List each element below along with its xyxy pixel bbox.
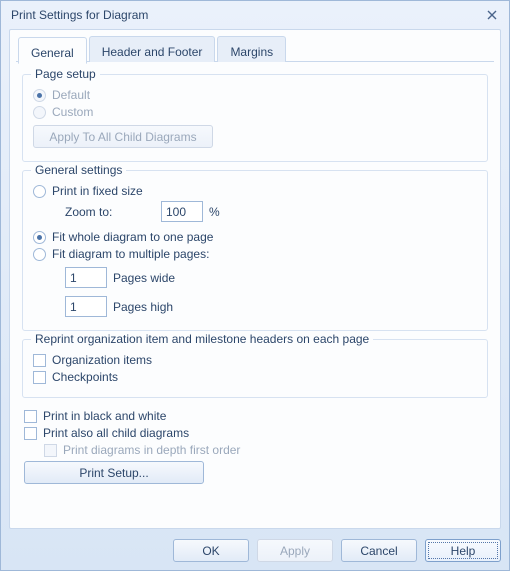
dialog-window: Print Settings for Diagram General Heade… <box>0 0 510 571</box>
checkbox-row-depth-first: Print diagrams in depth first order <box>44 443 488 457</box>
apply-button: Apply <box>257 539 333 562</box>
tab-label: Margins <box>230 45 273 59</box>
button-label: Apply <box>280 544 310 558</box>
tabpage-general: Page setup Default Custom Apply To All C… <box>18 68 492 522</box>
radio-fit-one-page[interactable] <box>33 231 46 244</box>
radio-default <box>33 89 46 102</box>
pages-wide-input[interactable] <box>65 267 107 288</box>
help-button[interactable]: Help <box>425 539 501 562</box>
tab-general[interactable]: General <box>18 37 87 64</box>
group-page-setup: Page setup Default Custom Apply To All C… <box>22 74 488 162</box>
misc-options: Print in black and white Print also all … <box>22 406 488 487</box>
button-label: Print Setup... <box>79 466 148 480</box>
group-general-settings: General settings Print in fixed size Zoo… <box>22 170 488 331</box>
checkbox-row-bw[interactable]: Print in black and white <box>24 409 488 423</box>
radio-row-fixed-size[interactable]: Print in fixed size <box>33 184 477 198</box>
content-area: General Header and Footer Margins Page s… <box>9 29 501 529</box>
checkbox-depth-first <box>44 444 57 457</box>
tab-bar: General Header and Footer Margins <box>16 36 494 62</box>
checkbox-label: Organization items <box>52 353 152 367</box>
tab-label: General <box>31 46 74 60</box>
button-label: Help <box>451 544 476 558</box>
checkbox-checkpoints[interactable] <box>33 371 46 384</box>
checkbox-row-all-children[interactable]: Print also all child diagrams <box>24 426 488 440</box>
radio-label: Default <box>52 88 90 102</box>
checkbox-org-items[interactable] <box>33 354 46 367</box>
zoom-row: Zoom to: % <box>65 201 477 222</box>
radio-label: Fit diagram to multiple pages: <box>52 247 209 261</box>
window-title: Print Settings for Diagram <box>11 8 148 22</box>
print-setup-button[interactable]: Print Setup... <box>24 461 204 484</box>
zoom-pct-label: % <box>209 205 220 219</box>
zoom-label: Zoom to: <box>65 205 155 219</box>
button-label: Cancel <box>360 544 397 558</box>
checkbox-all-child-diagrams[interactable] <box>24 427 37 440</box>
checkbox-label: Print also all child diagrams <box>43 426 189 440</box>
checkbox-label: Print in black and white <box>43 409 166 423</box>
radio-fit-multi-pages[interactable] <box>33 248 46 261</box>
dialog-button-bar: OK Apply Cancel Help <box>1 535 509 570</box>
radio-row-default: Default <box>33 88 477 102</box>
tab-header-footer[interactable]: Header and Footer <box>89 36 216 62</box>
radio-label: Custom <box>52 105 93 119</box>
group-legend: Reprint organization item and milestone … <box>31 332 373 346</box>
pages-high-label: Pages high <box>113 300 173 314</box>
radio-fixed-size[interactable] <box>33 185 46 198</box>
ok-button[interactable]: OK <box>173 539 249 562</box>
checkbox-label: Print diagrams in depth first order <box>63 443 240 457</box>
radio-row-fit-one[interactable]: Fit whole diagram to one page <box>33 230 477 244</box>
pages-wide-label: Pages wide <box>113 271 175 285</box>
apply-child-diagrams-button: Apply To All Child Diagrams <box>33 125 213 148</box>
button-label: OK <box>202 544 219 558</box>
tab-margins[interactable]: Margins <box>217 36 286 62</box>
pages-high-input[interactable] <box>65 296 107 317</box>
cancel-button[interactable]: Cancel <box>341 539 417 562</box>
checkbox-row-checkpoints[interactable]: Checkpoints <box>33 370 477 384</box>
zoom-input[interactable] <box>161 201 203 222</box>
group-legend: Page setup <box>31 68 100 81</box>
checkbox-black-white[interactable] <box>24 410 37 423</box>
radio-custom <box>33 106 46 119</box>
titlebar: Print Settings for Diagram <box>1 1 509 29</box>
group-reprint-headers: Reprint organization item and milestone … <box>22 339 488 398</box>
checkbox-label: Checkpoints <box>52 370 118 384</box>
radio-label: Fit whole diagram to one page <box>52 230 213 244</box>
multi-pages-inputs: Pages wide Pages high <box>65 264 477 320</box>
radio-label: Print in fixed size <box>52 184 143 198</box>
close-icon[interactable] <box>483 7 501 23</box>
group-legend: General settings <box>31 163 126 177</box>
radio-row-custom: Custom <box>33 105 477 119</box>
button-label: Apply To All Child Diagrams <box>49 130 196 144</box>
tab-label: Header and Footer <box>102 45 203 59</box>
radio-row-fit-multi[interactable]: Fit diagram to multiple pages: <box>33 247 477 261</box>
checkbox-row-org-items[interactable]: Organization items <box>33 353 477 367</box>
